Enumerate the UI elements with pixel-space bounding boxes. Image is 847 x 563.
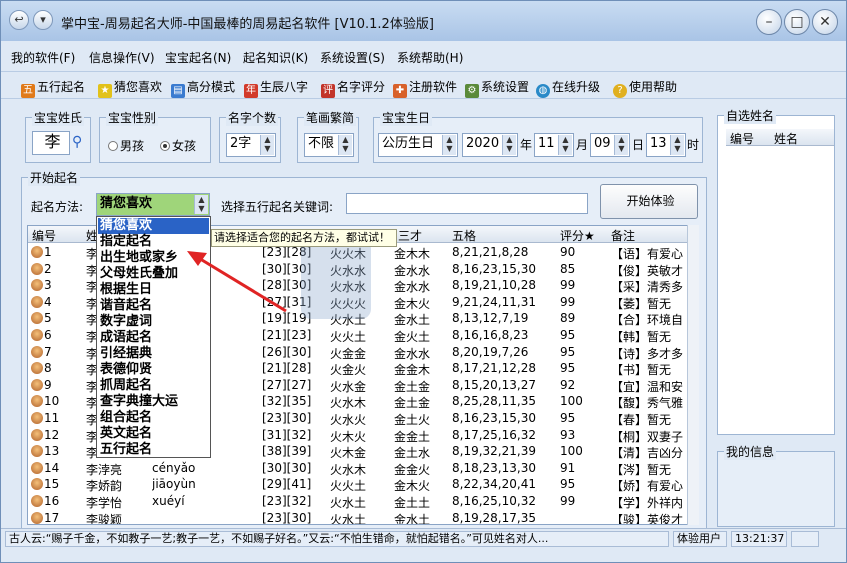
arrow-head: [187, 251, 207, 266]
status-blank: [791, 531, 819, 547]
status-bar: 古人云:“赐子千金，不如教子一艺;教子一艺，不如赐子好名。”又云:“不怕生错命，…: [1, 528, 846, 548]
status-quote: 古人云:“赐子千金，不如教子一艺;教子一艺，不如赐子好名。”又云:“不怕生错命，…: [5, 531, 669, 547]
status-time: 13:21:37: [731, 531, 787, 547]
annotation-arrow: [187, 251, 287, 313]
status-user: 体验用户: [673, 531, 727, 547]
app-window: ↩ ▾ 掌中宝-周易起名大师-中国最棒的周易起名软件 [V10.1.2体验版] …: [0, 0, 847, 563]
arrow-line: [196, 255, 287, 313]
